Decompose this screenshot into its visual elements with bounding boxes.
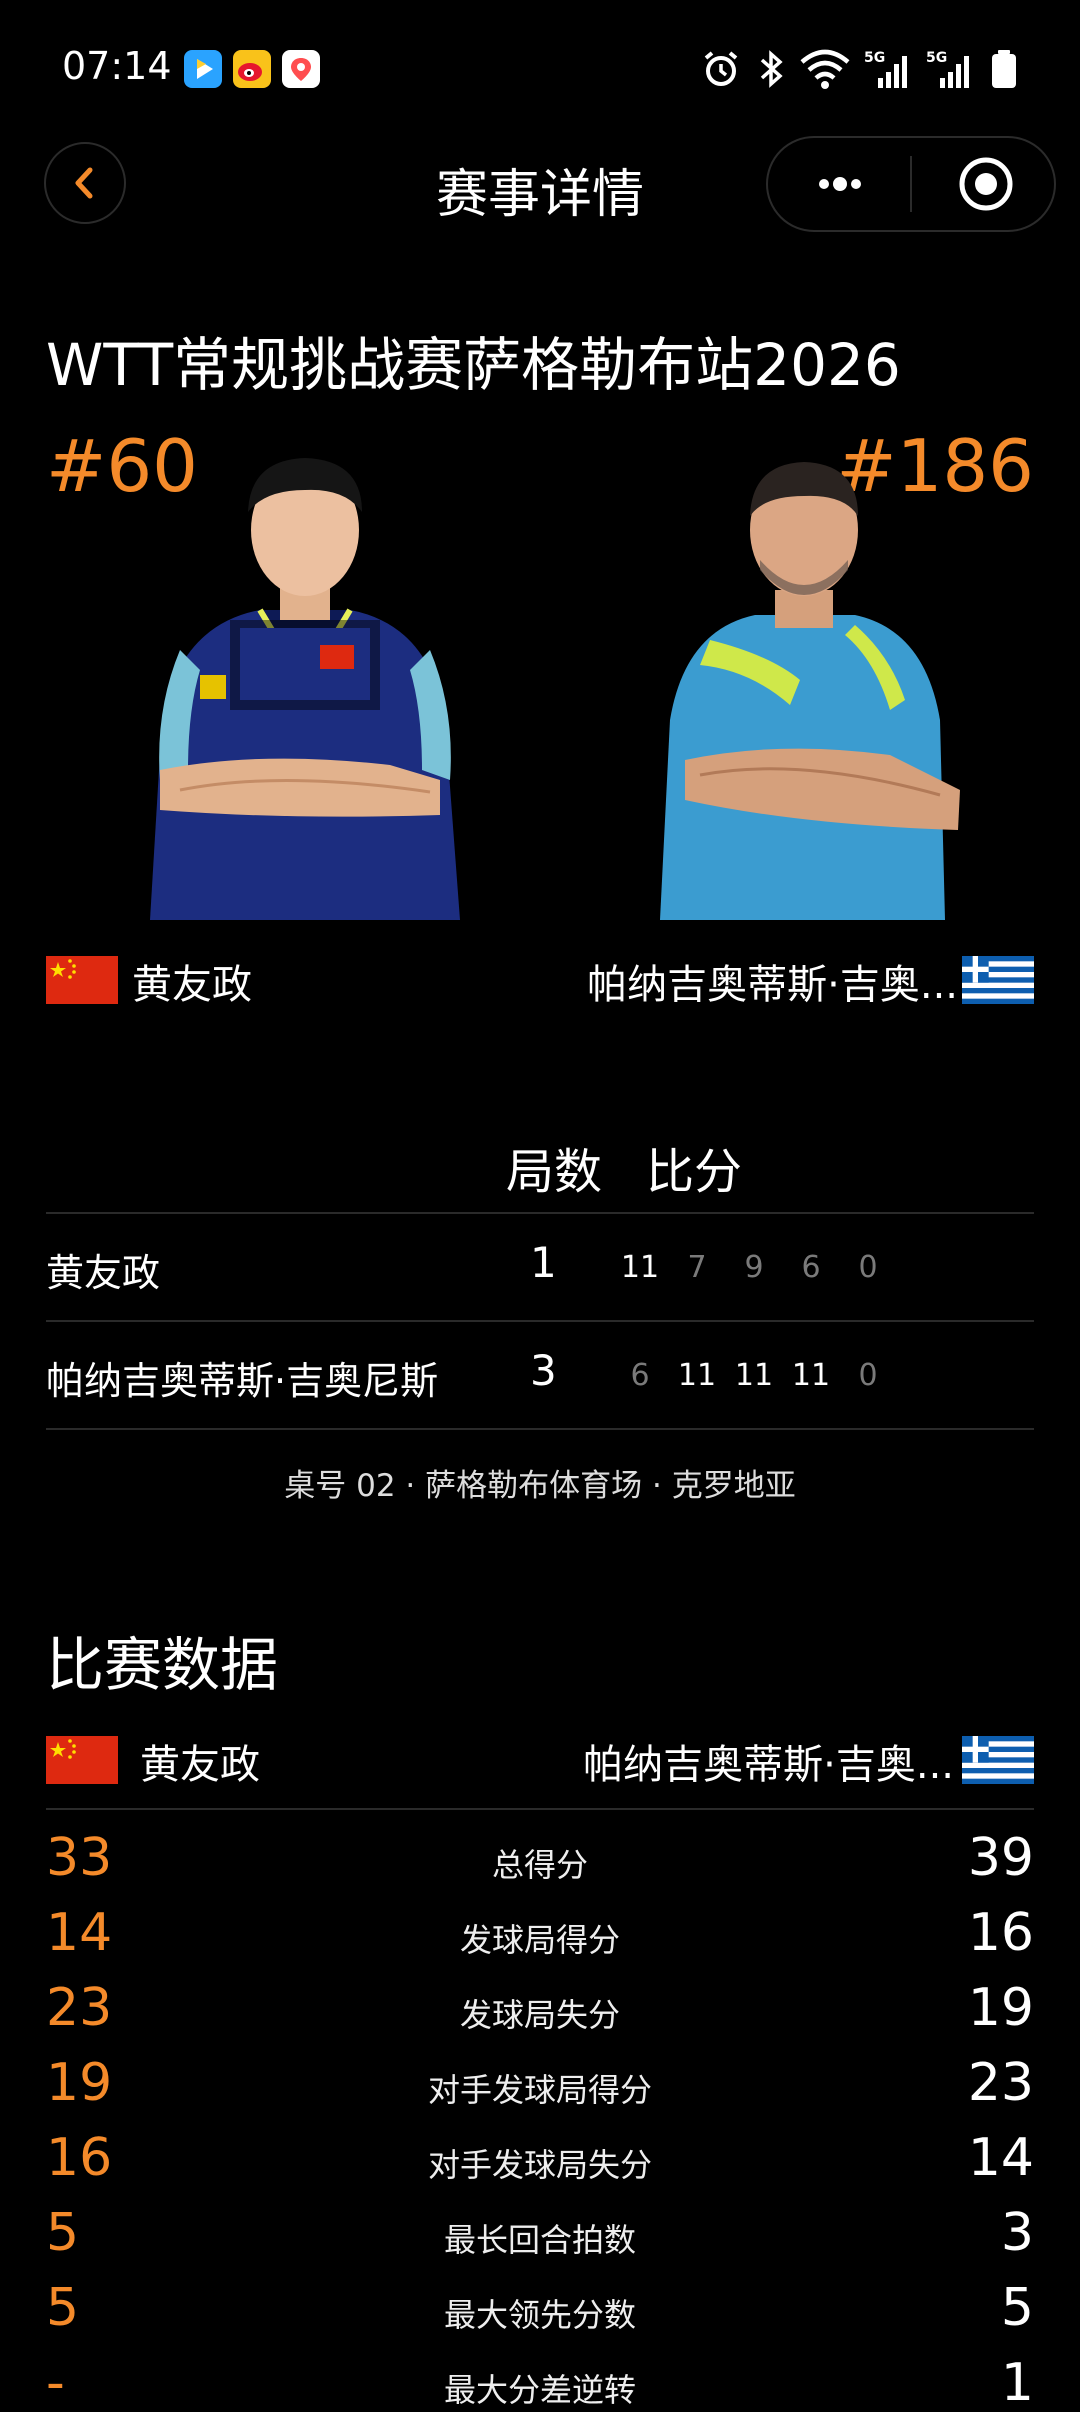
stat-row-return-points-lost: 16 对手发球局失分 14 [0, 2128, 1080, 2192]
greece-flag-icon [962, 1736, 1034, 1784]
stat-right-value: 14 [967, 2128, 1034, 2188]
china-flag-icon [46, 956, 118, 1004]
stat-label: 总得分 [491, 1846, 588, 1884]
score-row-left-player: 黄友政 1 11 7 9 6 0 [0, 1212, 1080, 1320]
game-score: 0 [858, 1250, 878, 1285]
points-column-header: 比分 [646, 1144, 743, 1200]
game-score: 11 [677, 1358, 717, 1393]
sets-won: 3 [530, 1346, 557, 1395]
stat-right-value: 3 [1000, 2203, 1034, 2263]
sets-won: 1 [530, 1238, 557, 1287]
stat-label: 最长回合拍数 [443, 2221, 636, 2259]
battery-icon [990, 48, 1018, 90]
stat-label: 对手发球局得分 [427, 2071, 652, 2109]
svg-text:5G: 5G [864, 50, 885, 66]
venue-info: 桌号 02 · 萨格勒布体育场 · 克罗地亚 [284, 1468, 796, 1504]
greece-flag-icon [962, 956, 1034, 1004]
close-mini-program-button[interactable] [946, 150, 1026, 218]
game-score: 6 [801, 1250, 821, 1285]
game-score: 11 [734, 1358, 774, 1393]
china-flag-icon [46, 1736, 118, 1784]
stat-label: 发球局失分 [459, 1996, 620, 2034]
map-app-icon [282, 50, 320, 88]
sets-column-header: 局数 [506, 1144, 603, 1200]
left-player-photo [140, 420, 470, 920]
video-app-icon [184, 50, 222, 88]
stats-left-player-name: 黄友政 [140, 1742, 260, 1788]
game-score: 6 [630, 1358, 650, 1393]
game-score: 0 [858, 1358, 878, 1393]
stat-row-longest-rally: 5 最长回合拍数 3 [0, 2203, 1080, 2267]
divider [46, 1428, 1034, 1430]
cellular-signal-icon-2: 5G [926, 48, 974, 90]
stat-label: 最大领先分数 [443, 2296, 636, 2334]
more-menu-button[interactable] [800, 150, 880, 218]
cellular-signal-icon: 5G [864, 48, 912, 90]
right-player-name[interactable]: 帕纳吉奥蒂斯·吉奥... [587, 952, 958, 1010]
score-row-right-player: 帕纳吉奥蒂斯·吉奥尼斯 3 6 11 11 11 0 [0, 1320, 1080, 1428]
stat-row-serve-points-lost: 23 发球局失分 19 [0, 1978, 1080, 2042]
stat-label: 发球局得分 [459, 1921, 620, 1959]
stat-right-value: 5 [1000, 2278, 1034, 2338]
stat-label: 最大分差逆转 [443, 2371, 636, 2409]
game-score: 9 [744, 1250, 764, 1285]
left-player-name[interactable]: 黄友政 [132, 952, 252, 1010]
score-row-name: 帕纳吉奥蒂斯·吉奥尼斯 [46, 1359, 439, 1403]
stat-right-value: 23 [967, 2053, 1034, 2113]
stat-right-value: 1 [1000, 2353, 1034, 2412]
stats-section-title: 比赛数据 [46, 1631, 279, 1699]
stat-row-serve-points-won: 14 发球局得分 16 [0, 1903, 1080, 1967]
stat-right-value: 39 [967, 1828, 1034, 1888]
weibo-app-icon [233, 50, 271, 88]
score-row-name: 黄友政 [46, 1251, 161, 1295]
stat-row-total-points: 33 总得分 39 [0, 1828, 1080, 1892]
game-score: 7 [687, 1250, 707, 1285]
alarm-icon [700, 48, 742, 90]
stat-row-max-lead: 5 最大领先分数 5 [0, 2278, 1080, 2342]
status-time: 07:14 [62, 44, 172, 88]
stat-row-return-points-won: 19 对手发球局得分 23 [0, 2053, 1080, 2117]
capsule-divider [910, 156, 912, 212]
game-score: 11 [791, 1358, 831, 1393]
game-score: 11 [620, 1250, 660, 1285]
wifi-icon [798, 48, 852, 90]
more-dots-icon [819, 177, 861, 191]
stat-right-value: 19 [967, 1978, 1034, 2038]
stat-row-max-comeback: - 最大分差逆转 1 [0, 2353, 1080, 2412]
bluetooth-icon [756, 48, 786, 90]
stats-right-player-name: 帕纳吉奥蒂斯·吉奥... [583, 1742, 954, 1788]
svg-text:5G: 5G [926, 50, 947, 66]
target-circle-icon [959, 157, 1013, 211]
right-player-photo [640, 420, 970, 920]
event-title: WTT常规挑战赛萨格勒布站2026 [46, 331, 901, 399]
stat-right-value: 16 [967, 1903, 1034, 1963]
stat-label: 对手发球局失分 [427, 2146, 652, 2184]
divider [46, 1808, 1034, 1810]
